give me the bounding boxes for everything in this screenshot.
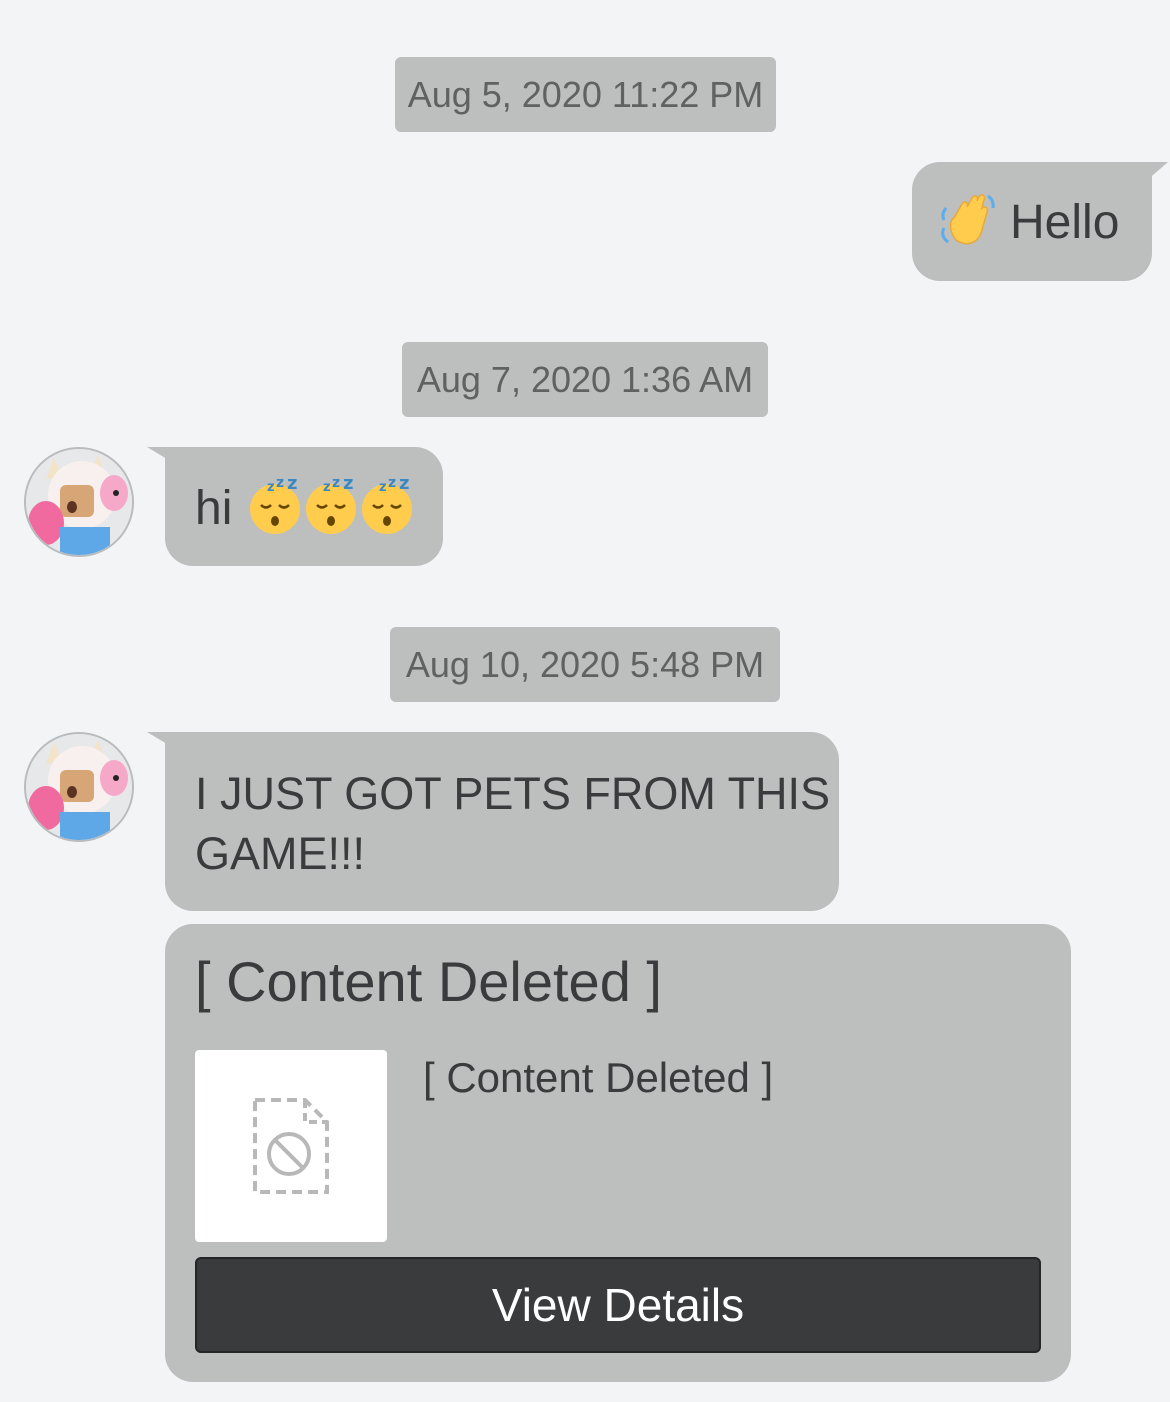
message-line: I JUST GOT PETS FROM THIS: [195, 768, 831, 819]
card-thumbnail[interactable]: [195, 1050, 387, 1242]
received-message-bubble[interactable]: hi z z z z z z z z z: [147, 447, 443, 566]
shared-content-card: [ Content Deleted ] [ Content Deleted ] …: [165, 924, 1071, 1382]
svg-text:z: z: [332, 475, 340, 491]
avatar[interactable]: [24, 447, 134, 557]
svg-text:z: z: [379, 480, 387, 495]
card-title: [ Content Deleted ]: [195, 950, 662, 1013]
svg-text:z: z: [287, 475, 297, 494]
card-subtitle: [ Content Deleted ]: [423, 1054, 774, 1101]
bubble-tail: [147, 447, 177, 465]
bubble-tail: [147, 732, 177, 750]
svg-text:z: z: [399, 475, 409, 494]
deleted-content-icon: [253, 1098, 329, 1194]
svg-text:z: z: [323, 480, 331, 495]
timestamp-2: Aug 7, 2020 1:36 AM: [402, 342, 768, 417]
sent-message-bubble[interactable]: Hello: [912, 162, 1168, 281]
waving-hand-icon: [938, 190, 998, 252]
sent-message-text: Hello: [1010, 196, 1120, 249]
svg-text:z: z: [276, 475, 284, 491]
svg-text:z: z: [267, 480, 275, 495]
timestamp-3: Aug 10, 2020 5:48 PM: [390, 627, 780, 702]
received-message-text: hi: [195, 482, 233, 535]
view-details-button[interactable]: View Details: [195, 1257, 1041, 1353]
timestamp-1: Aug 5, 2020 11:22 PM: [395, 57, 776, 132]
avatar[interactable]: [24, 732, 134, 842]
message-line: GAME!!!: [195, 828, 366, 879]
received-message-text: I JUST GOT PETS FROM THIS GAME!!!: [195, 764, 830, 884]
svg-text:z: z: [343, 475, 353, 494]
received-message-bubble[interactable]: I JUST GOT PETS FROM THIS GAME!!!: [147, 732, 839, 911]
sleeping-face-icon: z z z z z z z z z: [247, 473, 417, 535]
svg-text:z: z: [388, 475, 396, 491]
bubble-tail: [1138, 162, 1168, 188]
